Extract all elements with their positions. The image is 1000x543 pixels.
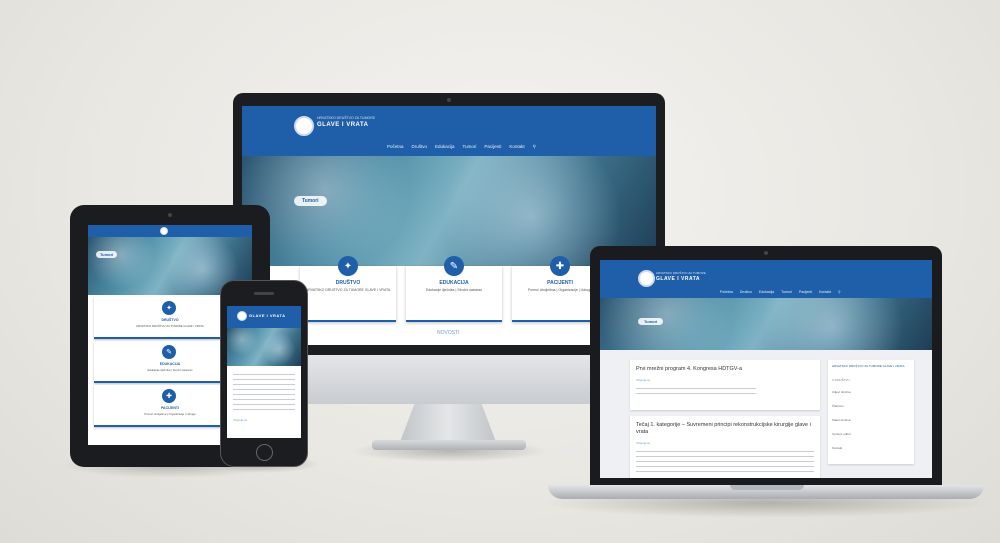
phone-hero (227, 328, 301, 366)
phone-screen: GLAVE I VRATA Objavljeno (227, 306, 301, 438)
nav-item[interactable]: Društvo (412, 144, 428, 150)
main-nav: Početna Društvo Edukacija Tumori Pacijen… (720, 290, 841, 294)
post-title[interactable]: Prvi mrežni program 4. Kongresa HDTGV-a (636, 366, 816, 372)
main-nav: Početna Društvo Edukacija Tumori Pacijen… (387, 144, 536, 150)
laptop-notch (730, 485, 804, 490)
hero-tag[interactable]: Tumori (638, 318, 664, 325)
sidebar-link[interactable]: Statut društva (832, 418, 851, 422)
patients-icon: ✚ (162, 389, 176, 403)
card-drustvo[interactable]: ✦ DRUŠTVO HRVATSKO DRUŠTVO ZA TUMORE GLA… (300, 256, 396, 322)
community-icon: ✦ (162, 301, 176, 315)
monitor-stand (400, 404, 496, 442)
search-icon[interactable]: ⚲ (838, 290, 841, 294)
phone-header: GLAVE I VRATA (227, 306, 301, 328)
community-icon: ✦ (338, 256, 358, 276)
logo-icon[interactable] (638, 270, 655, 287)
hero-tag[interactable]: Tumori (96, 251, 118, 258)
logo-title[interactable]: GLAVE I VRATA (317, 122, 369, 128)
sidebar-heading: HRVATSKO DRUŠTVO ZA TUMORE GLAVE I VRATA (832, 364, 905, 368)
nav-item[interactable]: Edukacija (435, 144, 455, 150)
sidebar-link[interactable]: Kontakt (832, 446, 842, 450)
nav-item[interactable]: Početna (720, 290, 733, 294)
nav-item[interactable]: Kontakt (509, 144, 524, 150)
post-excerpt (636, 386, 756, 396)
logo-icon[interactable] (160, 227, 168, 235)
logo-title[interactable]: GLAVE I VRATA (249, 313, 286, 318)
sidebar-link[interactable]: Ciljevi društva (832, 390, 851, 394)
nav-item[interactable]: Tumori (463, 144, 477, 150)
logo-icon[interactable] (237, 311, 247, 321)
tablet-camera (168, 213, 172, 217)
phone-device: GLAVE I VRATA Objavljeno (220, 280, 308, 467)
news-heading: NOVOSTI (437, 330, 460, 336)
post-card[interactable]: Prvi mrežni program 4. Kongresa HDTGV-a … (630, 360, 820, 410)
phone-post-meta: Objavljeno (233, 418, 248, 422)
phone-article-text (233, 372, 295, 414)
card-text: HRVATSKO DRUŠTVO ZA TUMORE GLAVE I VRATA (305, 288, 391, 292)
tablet-header (88, 225, 252, 237)
laptop-header: HRVATSKO DRUŠTVO ZA TUMORE GLAVE I VRATA… (600, 260, 932, 298)
sidebar-subheading: O DRUŠTVU (832, 378, 850, 382)
patients-icon: ✚ (550, 256, 570, 276)
post-meta: Objavljeno (636, 378, 651, 382)
nav-item[interactable]: Pacijenti (799, 290, 812, 294)
sidebar-link[interactable]: Članstvo (832, 404, 844, 408)
laptop-hero: Tumori (600, 298, 932, 350)
nav-item[interactable]: Društvo (740, 290, 752, 294)
laptop-device: HRVATSKO DRUŠTVO ZA TUMORE GLAVE I VRATA… (590, 246, 942, 488)
education-icon: ✎ (444, 256, 464, 276)
phone-speaker (254, 292, 274, 295)
nav-item[interactable]: Edukacija (759, 290, 774, 294)
nav-item[interactable]: Početna (387, 144, 404, 150)
laptop-screen: HRVATSKO DRUŠTVO ZA TUMORE GLAVE I VRATA… (600, 260, 932, 478)
sidebar-link[interactable]: Upravni odbor (832, 432, 851, 436)
nav-item[interactable]: Kontakt (819, 290, 831, 294)
sidebar: HRVATSKO DRUŠTVO ZA TUMORE GLAVE I VRATA… (828, 360, 914, 464)
logo-subtitle: HRVATSKO DRUŠTVO ZA TUMORE (656, 271, 706, 275)
nav-item[interactable]: Tumori (781, 290, 792, 294)
monitor-camera (447, 98, 451, 102)
card-edukacija[interactable]: ✎ EDUKACIJA Edukacije liječnika | Stručn… (406, 256, 502, 322)
card-title: DRUŠTVO (335, 280, 361, 286)
card-title: EDUKACIJA (439, 280, 469, 286)
laptop-camera (764, 251, 768, 255)
post-meta: Objavljeno (636, 441, 651, 445)
post-excerpt (636, 449, 814, 473)
logo-title[interactable]: GLAVE I VRATA (656, 276, 700, 282)
home-button[interactable] (256, 444, 273, 461)
site-header: HRVATSKO DRUŠTVO ZA TUMORE GLAVE I VRATA… (242, 106, 656, 156)
search-icon[interactable]: ⚲ (533, 144, 536, 150)
education-icon: ✎ (162, 345, 176, 359)
logo-subtitle: HRVATSKO DRUŠTVO ZA TUMORE (317, 116, 376, 120)
logo-icon[interactable] (294, 116, 314, 136)
hero-tag[interactable]: Tumori (294, 196, 327, 206)
post-card[interactable]: Tečaj 1. kategorije – Suvremeni principi… (630, 416, 820, 478)
nav-item[interactable]: Pacijenti (484, 144, 501, 150)
card-text: Edukacije liječnika | Stručni sastanci (425, 288, 483, 292)
post-title[interactable]: Tečaj 1. kategorije – Suvremeni principi… (636, 422, 816, 436)
monitor-stand-base (372, 440, 526, 450)
